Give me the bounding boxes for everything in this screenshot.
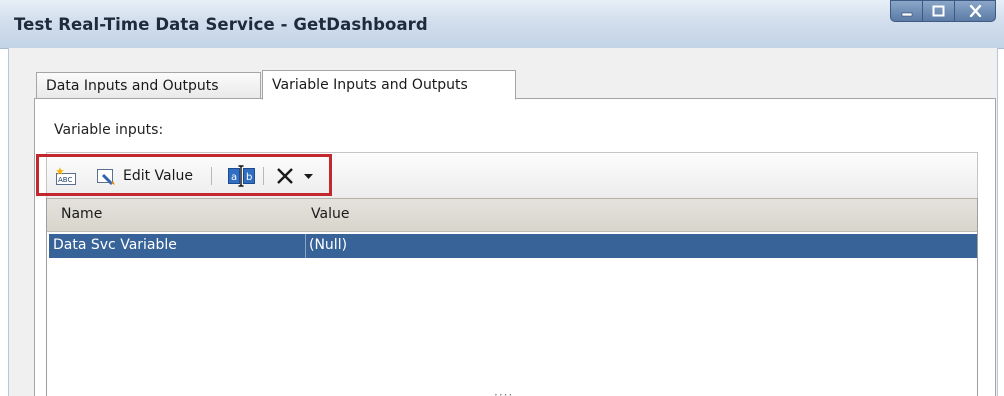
maximize-icon [932, 5, 945, 17]
window-controls [890, 0, 996, 22]
grid-header: Name Value [47, 198, 977, 232]
column-header-name[interactable]: Name [61, 206, 102, 222]
cell-variable-value[interactable]: (Null) [309, 237, 347, 253]
tab-variable-inputs-outputs[interactable]: Variable Inputs and Outputs [262, 70, 516, 100]
variables-grid[interactable]: Name Value Data Svc Variable (Null) [46, 198, 978, 396]
cell-divider [305, 234, 306, 258]
splitter-grip-icon[interactable]: ···· [494, 388, 513, 396]
toolbar-highlight-frame [36, 154, 332, 196]
close-button[interactable] [954, 0, 996, 22]
title-bar[interactable]: Test Real-Time Data Service - GetDashboa… [0, 0, 1004, 49]
variable-inputs-label: Variable inputs: [54, 122, 164, 138]
minimize-button[interactable] [890, 0, 922, 22]
window-title: Test Real-Time Data Service - GetDashboa… [14, 15, 428, 34]
maximize-button[interactable] [922, 0, 954, 22]
column-header-value[interactable]: Value [311, 206, 349, 222]
cell-variable-name: Data Svc Variable [53, 237, 177, 253]
minimize-icon [901, 12, 912, 17]
dialog-window: Test Real-Time Data Service - GetDashboa… [0, 0, 1004, 396]
table-row[interactable]: Data Svc Variable (Null) [49, 234, 977, 258]
tab-data-inputs-outputs[interactable]: Data Inputs and Outputs [36, 72, 261, 98]
close-icon [969, 5, 981, 17]
